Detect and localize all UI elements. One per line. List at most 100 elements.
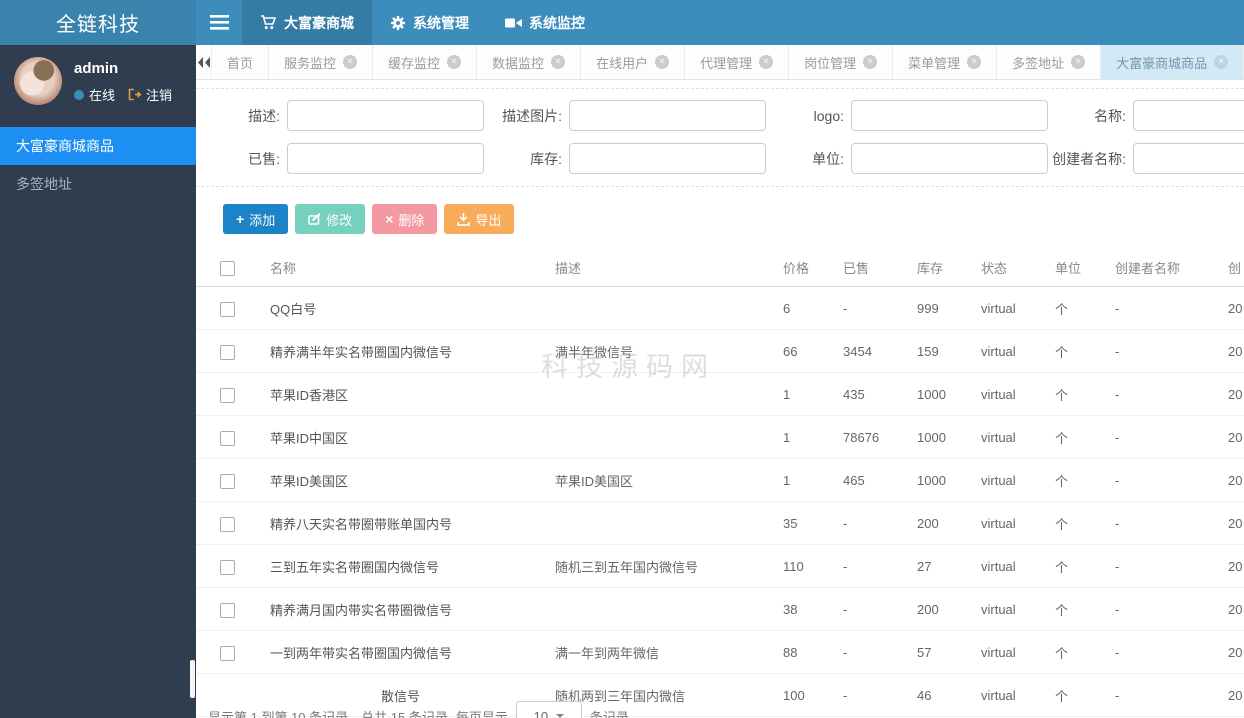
cell-status: virtual (969, 372, 1043, 416)
nav-item-label: 大富豪商城 (284, 14, 354, 31)
column-header-4[interactable]: 库存 (905, 249, 969, 287)
row-checkbox[interactable] (220, 344, 235, 360)
column-header-3[interactable]: 已售 (831, 249, 905, 287)
tab-close-icon[interactable]: × (1214, 55, 1229, 69)
search-input-creator[interactable] (1133, 143, 1244, 174)
cell-name: 精养满月国内带实名带圈微信号 (258, 587, 543, 631)
tab-close-icon[interactable]: × (1071, 55, 1086, 69)
cell-sold: - (831, 673, 905, 717)
table-row[interactable]: 三到五年实名带圈国内微信号 随机三到五年国内微信号 110-27 virtual 个 -2… (196, 544, 1244, 588)
cell-desc (543, 587, 771, 631)
tab-4[interactable]: 在线用户 × (581, 45, 686, 79)
search-field-creator: 创建者名称: (1048, 143, 1244, 174)
tab-close-icon[interactable]: × (759, 55, 774, 69)
cell-unit: 个 (1043, 286, 1103, 330)
table-row[interactable]: 苹果ID美国区 苹果ID美国区 1 465 1000 virtual 个 -20 (196, 458, 1244, 502)
table-row[interactable]: 精养满月国内带实名带圈微信号 38-200 virtual 个 -20 (196, 587, 1244, 631)
cell-created: 20 (1216, 587, 1244, 631)
nav-item-mall[interactable]: 大富豪商城 (242, 0, 372, 45)
search-input-unit[interactable] (851, 143, 1048, 174)
row-checkbox[interactable] (220, 559, 235, 575)
tab-9[interactable]: 大富豪商城商品 × (1101, 45, 1244, 79)
logout-link[interactable]: 注销 (146, 85, 172, 104)
sidebar-item-mall-goods[interactable]: 大富豪商城商品 (0, 127, 196, 165)
tab-6[interactable]: 岗位管理 × (789, 45, 894, 79)
tab-close-icon[interactable]: × (447, 55, 462, 69)
row-checkbox[interactable] (220, 430, 235, 446)
table-row[interactable]: 精养满半年实名带圈国内微信号 满半年微信号 66 3454 159 virtual 个 -20 (196, 329, 1244, 373)
tab-8[interactable]: 多签地址 × (997, 45, 1102, 79)
sidebar-scrollbar-thumb[interactable] (190, 660, 195, 698)
search-input-logo[interactable] (851, 100, 1048, 131)
cell-name: 精养八天实名带圈带账单国内号 (258, 501, 543, 545)
page-size-prefix: 每页显示 (455, 709, 508, 718)
tab-3[interactable]: 数据监控 × (477, 45, 582, 79)
row-checkbox[interactable] (220, 602, 235, 618)
cell-unit: 个 (1043, 458, 1103, 502)
export-button[interactable]: 导出 (444, 204, 515, 234)
select-all-checkbox[interactable] (220, 260, 235, 276)
tab-5[interactable]: 代理管理 × (685, 45, 790, 79)
caret-down-icon (556, 714, 565, 718)
cell-creator: - (1103, 587, 1216, 631)
page-size-select[interactable]: 10 (515, 701, 582, 718)
cell-unit: 个 (1043, 501, 1103, 545)
tab-0[interactable]: 首页 (212, 45, 270, 79)
username: admin (74, 60, 119, 77)
sidebar-toggle-button[interactable] (196, 0, 242, 45)
cell-status: virtual (969, 544, 1043, 588)
tab-close-icon[interactable]: × (967, 55, 982, 69)
column-header-5[interactable]: 状态 (969, 249, 1043, 287)
search-input-sold[interactable] (287, 143, 484, 174)
cell-created: 20 (1216, 415, 1244, 459)
table-row[interactable]: 精养八天实名带圈带账单国内号 35-200 virtual 个 -20 (196, 501, 1244, 545)
nav-item-system-manage[interactable]: 系统管理 (372, 0, 487, 45)
double-chevron-left-icon (198, 56, 210, 68)
column-header-2[interactable]: 价格 (771, 249, 831, 287)
tab-7[interactable]: 菜单管理 × (893, 45, 998, 79)
top-menu: 大富豪商城 系统管理 系统监控 (242, 0, 603, 45)
column-header-7[interactable]: 创建者名称 (1103, 249, 1216, 287)
search-input-desc-image[interactable] (569, 100, 766, 131)
tab-1[interactable]: 服务监控 × (269, 45, 374, 79)
nav-item-label: 系统管理 (413, 14, 469, 31)
tab-2[interactable]: 缓存监控 × (373, 45, 478, 79)
tab-scroll-left-button[interactable] (196, 45, 212, 79)
cell-creator: - (1103, 415, 1216, 459)
table-row[interactable]: 苹果ID中国区 1 78676 1000 virtual 个 -20 (196, 415, 1244, 459)
row-checkbox[interactable] (220, 473, 235, 489)
tab-close-icon[interactable]: × (863, 55, 878, 69)
video-monitor-icon (505, 18, 522, 27)
cell-sold: - (831, 544, 905, 588)
search-input-desc[interactable] (287, 100, 484, 131)
cell-stock: 1000 (905, 372, 969, 416)
cell-name: 精养满半年实名带圈国内微信号 (258, 329, 543, 373)
column-header-1[interactable]: 描述 (543, 249, 771, 287)
top-navbar: 全链科技 大富豪商城 系统管理 系统监控 (0, 0, 1244, 45)
edit-button[interactable]: 修改 (295, 204, 366, 234)
row-checkbox[interactable] (220, 516, 235, 532)
cell-price: 66 (771, 329, 831, 373)
tab-close-icon[interactable]: × (343, 55, 358, 69)
table-row[interactable]: 苹果ID香港区 1 435 1000 virtual 个 -20 (196, 372, 1244, 416)
cell-creator: - (1103, 458, 1216, 502)
row-checkbox[interactable] (220, 387, 235, 403)
search-input-name[interactable] (1133, 100, 1244, 131)
search-input-stock[interactable] (569, 143, 766, 174)
table-row[interactable]: 一到两年带实名带圈国内微信号 满一年到两年微信 88-57 virtual 个 -20 (196, 630, 1244, 674)
nav-item-system-monitor[interactable]: 系统监控 (487, 0, 603, 45)
tab-close-icon[interactable]: × (551, 55, 566, 69)
tab-label: 首页 (227, 55, 254, 71)
row-checkbox[interactable] (220, 301, 235, 317)
sidebar-item-label: 大富豪商城商品 (16, 138, 114, 154)
column-header-0[interactable]: 名称 (258, 249, 543, 287)
tab-close-icon[interactable]: × (655, 55, 670, 69)
column-header-8[interactable]: 创 (1216, 249, 1244, 287)
table-row[interactable]: QQ白号 6-999 virtual 个 -20 (196, 286, 1244, 330)
row-checkbox[interactable] (220, 645, 235, 661)
column-header-6[interactable]: 单位 (1043, 249, 1103, 287)
delete-button[interactable]: × 删除 (372, 204, 438, 234)
cell-sold: - (831, 630, 905, 674)
sidebar-item-multisig-address[interactable]: 多签地址 (0, 165, 196, 203)
add-button[interactable]: + 添加 (223, 204, 289, 234)
